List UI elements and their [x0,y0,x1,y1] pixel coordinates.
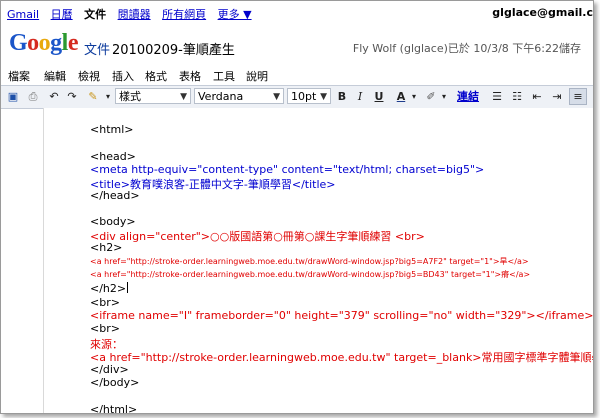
chevron-down-icon[interactable]: ▾ [406,89,422,104]
nav-link-gmail[interactable]: Gmail [7,8,39,21]
decrease-indent-icon[interactable]: ⇤ [529,89,545,104]
doc-line[interactable]: <body> [90,215,136,228]
redo-icon[interactable]: ↷ [64,89,80,104]
nav-link-calendar[interactable]: 日曆 [51,8,73,21]
style-select[interactable]: 樣式 ▼ [115,88,191,104]
doc-line[interactable]: </head> [90,189,140,202]
doc-line[interactable]: <head> [90,150,136,163]
doc-line[interactable]: <meta http-equiv="content-type" content=… [90,163,484,176]
doc-header: Google 文件 20100209-筆順產生 Fly Wolf (glglac… [1,27,593,65]
doc-line[interactable]: </body> [90,376,139,389]
save-status: Fly Wolf (glglace)已於 10/3/8 下午6:22儲存 [352,42,581,55]
underline-button[interactable]: U [371,89,387,104]
document-body[interactable]: <html> <head> <meta http-equiv="content-… [43,108,593,413]
doc-line[interactable]: </html> [90,403,137,413]
font-size-value: 10pt [291,90,317,103]
font-select-value: Verdana [198,90,244,103]
doc-line: </h2> [90,282,127,295]
chevron-down-icon[interactable]: ▾ [100,89,116,104]
font-select[interactable]: Verdana ▼ [194,88,284,104]
menu-table[interactable]: 表格 [179,68,201,84]
doc-line[interactable]: <div align="center">○○版國語第○冊第○課生字筆順練習 <b… [90,228,425,244]
app-window: Gmail 日曆 文件 閱讀器 所有網頁 更多 ▼ glglace@gmail.… [0,0,594,414]
doc-line[interactable]: <br> [90,322,120,335]
undo-icon[interactable]: ↶ [46,89,62,104]
menu-edit[interactable]: 編輯 [44,68,66,84]
align-left-icon[interactable]: ≡ [569,88,587,105]
menu-tools[interactable]: 工具 [213,68,235,84]
nav-link-web[interactable]: 所有網頁 [162,8,206,21]
print-icon[interactable]: ⎙ [25,89,41,104]
document-title[interactable]: 20100209-筆順產生 [112,39,235,58]
doc-line[interactable]: <a href="http://stroke-order.learningweb… [90,269,530,280]
increase-indent-icon[interactable]: ⇥ [549,89,565,104]
menu-view[interactable]: 檢視 [78,68,100,84]
nav-link-reader[interactable]: 閱讀器 [118,8,151,21]
doc-line[interactable]: </div> [90,363,129,376]
italic-button[interactable]: I [352,89,368,104]
menu-file[interactable]: 檔案 [8,68,30,84]
bold-button[interactable]: B [334,89,350,104]
link-button[interactable]: 連結 [457,89,479,104]
doc-line[interactable]: <html> [90,123,134,136]
doc-line-with-caret[interactable]: </h2> [90,282,129,295]
chevron-down-icon: ▼ [180,92,187,102]
doc-line[interactable]: <a href="http://stroke-order.learningweb… [90,349,593,365]
text-caret [127,282,129,293]
chevron-down-icon: ▼ [273,92,280,102]
numbered-list-icon[interactable]: ☰ [489,89,505,104]
chevron-down-icon[interactable]: ▾ [436,89,452,104]
menu-help[interactable]: 說明 [246,68,268,84]
google-logo[interactable]: Google [9,30,79,57]
bulleted-list-icon[interactable]: ☷ [509,89,525,104]
doc-line[interactable]: <h2> [90,241,122,254]
product-name: 文件 [84,43,111,58]
doc-line[interactable]: <br> [90,296,120,309]
nav-link-more[interactable]: 更多 ▼ [218,8,252,21]
doc-line[interactable]: <iframe name="I" frameborder="0" height=… [90,309,593,322]
top-nav-bar: Gmail 日曆 文件 閱讀器 所有網頁 更多 ▼ glglace@gmail.… [1,1,593,23]
menu-insert[interactable]: 插入 [112,68,134,84]
chevron-down-icon: ▼ [320,92,327,102]
doc-line[interactable]: <a href="http://stroke-order.learningweb… [90,256,529,267]
menu-bar: 檔案 編輯 檢視 插入 格式 表格 工具 說明 [1,65,593,83]
save-icon[interactable]: ▣ [5,89,21,104]
formatting-toolbar: ▣ ⎙ ↶ ↷ ✎ ▾ 樣式 ▼ Verdana ▼ 10pt ▼ B I U A ▾… [1,85,593,109]
nav-link-docs[interactable]: 文件 [84,8,106,21]
top-nav-links: Gmail 日曆 文件 閱讀器 所有網頁 更多 ▼ [7,6,260,22]
paint-format-icon[interactable]: ✎ [85,89,101,104]
menu-format[interactable]: 格式 [145,68,167,84]
account-email[interactable]: glglace@gmail.c [492,6,593,19]
font-size-select[interactable]: 10pt ▼ [287,88,331,104]
style-select-value: 樣式 [119,90,141,103]
